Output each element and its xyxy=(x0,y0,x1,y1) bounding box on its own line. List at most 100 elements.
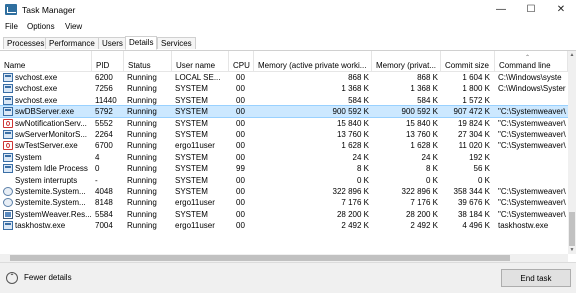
process-blue-icon xyxy=(3,164,13,174)
column-header-commit-size[interactable]: Commit size xyxy=(441,51,495,71)
cell-commit-size: 1 604 K xyxy=(462,73,490,82)
cell-name: swDBServer.exe xyxy=(15,107,75,117)
cell-command-line xyxy=(498,163,568,174)
table-row[interactable]: System interrupts - Running SYSTEM 00 0 K 0 K 0… xyxy=(0,175,568,186)
close-button[interactable]: ✕ xyxy=(546,0,576,20)
table-row[interactable]: svchost.exe 11440 Running SYSTEM 00 584 K 584 … xyxy=(0,95,568,106)
cell-commit-size: 4 496 K xyxy=(462,221,490,231)
cell-memory-active: 7 176 K xyxy=(341,198,369,208)
cell-cpu: 00 xyxy=(236,95,245,105)
cell-commit-size: 27 304 K xyxy=(457,130,490,139)
process-blue-icon xyxy=(3,152,13,162)
cell-commit-size: 38 184 K xyxy=(457,209,490,219)
cell-status: Running xyxy=(127,152,157,162)
cell-user-name: SYSTEM xyxy=(175,187,208,196)
cell-pid: 2264 xyxy=(95,130,113,139)
process-gear-icon xyxy=(3,198,13,208)
menu-options[interactable]: Options xyxy=(27,22,55,31)
column-header-command-line[interactable]: Command line xyxy=(495,51,568,71)
vertical-scrollbar[interactable]: ▲ ▼ xyxy=(568,51,576,254)
scroll-thumb[interactable] xyxy=(569,212,575,246)
cell-cpu: 00 xyxy=(236,118,245,128)
cell-name: svchost.exe xyxy=(15,95,58,105)
table-row[interactable]: System 4 Running SYSTEM 00 24 K 24 K 192 K xyxy=(0,152,568,163)
cell-memory-private: 2 492 K xyxy=(410,221,438,231)
cell-command-line xyxy=(498,152,568,163)
cell-cpu: 00 xyxy=(236,198,245,208)
horizontal-scroll-thumb[interactable] xyxy=(10,255,510,261)
task-manager-icon xyxy=(5,4,17,15)
column-header-cpu[interactable]: CPU xyxy=(229,51,254,71)
table-row[interactable]: SystemWeaver.Res... 5584 Running SYSTEM 00 28… xyxy=(0,209,568,220)
cell-memory-active: 8 K xyxy=(356,164,369,174)
table-row[interactable]: taskhostw.exe 7004 Running ergo11user 00 2 49… xyxy=(0,220,568,231)
cell-memory-private: 322 896 K xyxy=(401,187,438,196)
cell-memory-private: 1 368 K xyxy=(410,84,438,94)
cell-name: System xyxy=(15,152,42,162)
tab-services[interactable]: Services xyxy=(157,37,196,49)
menu-file[interactable]: File xyxy=(5,22,18,31)
cell-commit-size: 11 020 K xyxy=(458,141,490,151)
cell-cpu: 00 xyxy=(236,209,245,219)
cell-memory-private: 0 K xyxy=(425,175,438,185)
column-header-pid[interactable]: PID xyxy=(92,51,124,71)
maximize-button[interactable]: ☐ xyxy=(516,0,546,20)
table-row[interactable]: swDBServer.exe 5792 Running SYSTEM 00 900 592… xyxy=(0,105,569,119)
cell-user-name: ergo11user xyxy=(175,198,215,208)
cell-user-name: SYSTEM xyxy=(175,84,208,94)
sort-indicator-icon: ⌃ xyxy=(525,55,531,61)
cell-pid: 8148 xyxy=(95,198,113,208)
process-blue-icon xyxy=(3,107,13,117)
cell-memory-active: 28 200 K xyxy=(336,209,369,219)
table-row[interactable]: Systemite.System... 4048 Running SYSTEM 00 32… xyxy=(0,186,568,197)
menu-view[interactable]: View xyxy=(65,22,82,31)
cell-user-name: SYSTEM xyxy=(175,130,208,139)
table-row[interactable]: Systemite.System... 8148 Running ergo11user… xyxy=(0,197,568,208)
cell-name: SystemWeaver.Res... xyxy=(15,209,91,219)
column-header-memory-active[interactable]: Memory (active private worki... xyxy=(254,51,372,71)
cell-status: Running xyxy=(127,130,157,139)
fewer-details-button[interactable]: ⌃ Fewer details xyxy=(6,272,72,284)
table-row[interactable]: svchost.exe 6200 Running LOCAL SE... 00 868 K… xyxy=(0,72,568,83)
column-header-user-name[interactable]: User name xyxy=(172,51,229,71)
cell-command-line: C:\Windows\Syster xyxy=(498,84,566,94)
minimize-button[interactable]: — xyxy=(486,0,516,20)
scroll-up-icon[interactable]: ▲ xyxy=(568,51,576,59)
table-row[interactable]: svchost.exe 7256 Running SYSTEM 00 1 368 K 1 3… xyxy=(0,83,568,94)
cell-commit-size: 19 824 K xyxy=(457,118,490,128)
table-row[interactable]: swServerMonitorS... 2264 Running SYSTEM 00 13… xyxy=(0,129,568,140)
cell-memory-active: 13 760 K xyxy=(336,130,369,139)
cell-memory-active: 1 628 K xyxy=(341,141,369,151)
end-task-button[interactable]: End task xyxy=(501,269,571,287)
table-row[interactable]: swTestServer.exe 6700 Running ergo11user 00 1… xyxy=(0,140,568,151)
column-header-memory-private[interactable]: Memory (privat... xyxy=(372,51,441,71)
cell-memory-active: 0 K xyxy=(356,175,369,185)
horizontal-scrollbar[interactable] xyxy=(0,254,568,262)
tab-processes[interactable]: Processes xyxy=(3,37,49,49)
title-bar: Task Manager — ☐ ✕ xyxy=(0,0,576,20)
process-dark-icon xyxy=(3,209,13,219)
cell-memory-private: 900 592 K xyxy=(401,107,438,117)
column-header-status[interactable]: Status xyxy=(124,51,172,71)
cell-commit-size: 1 800 K xyxy=(462,84,490,94)
cell-status: Running xyxy=(127,84,157,94)
table-row[interactable]: System Idle Process 0 Running SYSTEM 99 8 K 8 … xyxy=(0,163,568,174)
tab-users[interactable]: Users xyxy=(98,37,127,49)
cell-pid: - xyxy=(95,175,98,185)
cell-cpu: 00 xyxy=(236,152,245,162)
cell-status: Running xyxy=(127,198,157,208)
cell-pid: 5792 xyxy=(95,107,113,117)
tab-details[interactable]: Details xyxy=(125,36,158,50)
table-header: Name PID Status User name CPU Memory (ac… xyxy=(0,51,576,72)
scroll-down-icon[interactable]: ▼ xyxy=(568,246,576,254)
cell-user-name: SYSTEM xyxy=(175,209,208,219)
cell-command-line xyxy=(498,95,568,106)
cell-user-name: ergo11user xyxy=(175,141,215,151)
cell-pid: 5584 xyxy=(95,209,113,219)
column-header-name[interactable]: Name xyxy=(0,51,92,71)
cell-commit-size: 39 676 K xyxy=(457,198,490,208)
tab-performance[interactable]: Performance xyxy=(45,37,99,49)
table-row[interactable]: swNotificationServ... 5552 Running SYSTEM 00… xyxy=(0,118,568,129)
cell-memory-active: 24 K xyxy=(352,152,369,162)
cell-memory-active: 322 896 K xyxy=(332,187,369,196)
